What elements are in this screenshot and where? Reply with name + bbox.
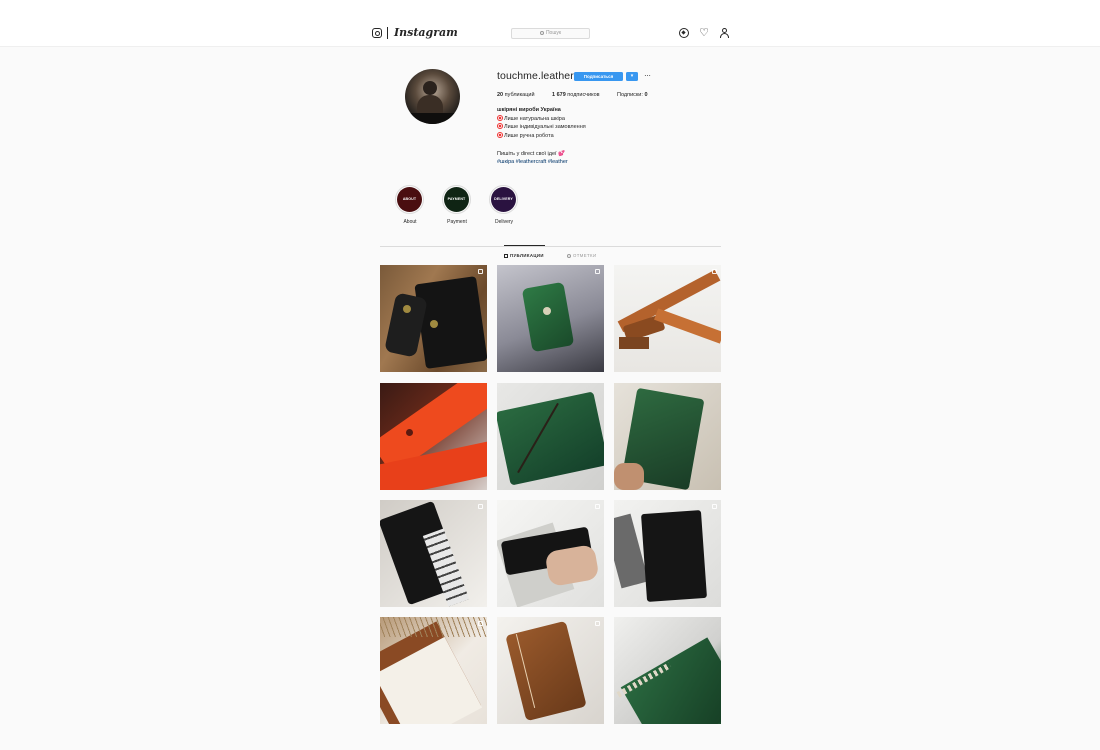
highlight-label: Delivery	[494, 219, 514, 225]
bio-line: Лише натуральна шкіра	[497, 114, 586, 124]
post-thumbnail[interactable]	[497, 500, 604, 607]
tag-icon	[567, 253, 571, 258]
bio-line: Пишіть у direct свої ідеї 💕	[497, 150, 565, 157]
profile-bio: шкіряні вироби Україна Лише натуральна ш…	[497, 106, 586, 167]
bio-line: Лише ручна робота	[497, 132, 586, 141]
highlight-delivery-cover: DELIVERY	[491, 187, 516, 212]
post-thumbnail[interactable]	[614, 383, 721, 490]
options-ellipsis-icon[interactable]: ···	[644, 71, 651, 80]
active-tab-indicator	[504, 245, 545, 246]
post-thumbnail[interactable]	[614, 500, 721, 607]
profile-username: touchme.leather	[497, 70, 574, 82]
tabs-divider	[380, 246, 721, 247]
top-navigation-bar: Instagram Пошук ♡	[0, 0, 1100, 47]
logo-divider	[387, 27, 388, 39]
post-thumbnail[interactable]	[614, 617, 721, 724]
post-thumbnail[interactable]	[380, 500, 487, 607]
post-thumbnail[interactable]	[614, 265, 721, 372]
post-thumbnail[interactable]	[497, 383, 604, 490]
target-emoji-icon	[497, 132, 503, 139]
post-thumbnail[interactable]	[380, 265, 487, 372]
bio-hashtags[interactable]: #шкіра #leathercraft #leather	[497, 158, 586, 167]
highlight-label: About	[403, 219, 417, 225]
target-emoji-icon	[497, 123, 503, 130]
search-input[interactable]: Пошук	[511, 28, 590, 39]
post-thumbnail[interactable]	[497, 265, 604, 372]
highlight-payment-cover: PAYMENT	[444, 187, 469, 212]
heart-icon[interactable]: ♡	[699, 28, 709, 39]
bio-line: Лише індивідуальні замовлення	[497, 123, 586, 132]
grid-icon	[504, 253, 508, 258]
search-icon	[539, 30, 544, 35]
suggestions-dropdown-button[interactable]: ▾	[626, 72, 638, 81]
posts-count-stat: 20 публикаций	[497, 92, 535, 98]
highlight-payment[interactable]: PAYMENT Payment	[442, 185, 472, 225]
followers-count-stat[interactable]: 1 679 подписчиков	[552, 92, 600, 98]
following-count-stat[interactable]: Подписки: 0	[617, 92, 648, 98]
highlight-about-cover: ABOUT	[397, 187, 422, 212]
tab-tagged[interactable]: ОТМЕТКИ	[567, 253, 596, 258]
instagram-glyph-icon[interactable]	[372, 28, 382, 38]
profile-avatar[interactable]	[405, 69, 460, 124]
explore-compass-icon[interactable]	[679, 28, 689, 38]
tab-posts[interactable]: ПУБЛИКАЦИИ	[504, 253, 544, 258]
post-thumbnail[interactable]	[497, 617, 604, 724]
bio-name: шкіряні вироби Україна	[497, 107, 561, 113]
search-placeholder: Пошук	[545, 30, 562, 36]
follow-button[interactable]: Подписаться	[574, 72, 623, 81]
target-emoji-icon	[497, 114, 503, 121]
instagram-wordmark[interactable]: Instagram	[394, 26, 458, 39]
profile-icon[interactable]	[719, 28, 729, 38]
highlight-label: Payment	[447, 219, 467, 225]
post-thumbnail[interactable]	[380, 383, 487, 490]
highlight-delivery[interactable]: DELIVERY Delivery	[489, 185, 519, 225]
post-thumbnail[interactable]	[380, 617, 487, 724]
highlight-about[interactable]: ABOUT About	[395, 185, 425, 225]
